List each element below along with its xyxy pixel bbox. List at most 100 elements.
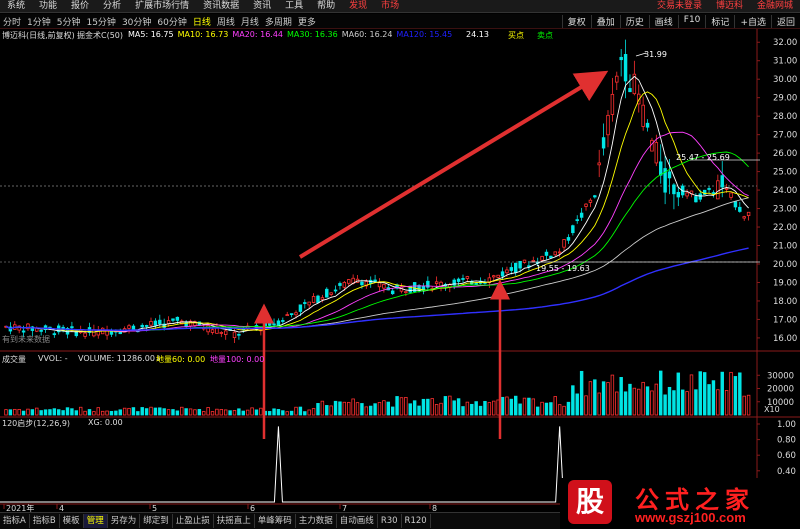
indicator-tab[interactable]: 模板 bbox=[60, 514, 84, 528]
indicator-tabs: 指标A 指标B 模板 管理 另存为 绑定到 止盈止损 扶摇直上 单峰筹码 主力数据 自动画线 R30 R… bbox=[0, 512, 560, 529]
candle-body bbox=[606, 114, 610, 136]
candle-body bbox=[500, 271, 505, 277]
volume-bar bbox=[404, 396, 408, 416]
candle-body bbox=[456, 278, 461, 282]
indicator-tab[interactable]: 指标A bbox=[0, 514, 30, 528]
period-tab[interactable]: 60分钟 bbox=[154, 15, 189, 28]
candle-body bbox=[311, 296, 316, 303]
menu-discover[interactable]: 发现 bbox=[342, 0, 374, 13]
period-tab[interactable]: 更多 bbox=[295, 15, 319, 28]
volume-bar bbox=[197, 409, 202, 416]
indicator-tab[interactable]: 单峰筹码 bbox=[255, 514, 296, 528]
candle-body bbox=[474, 282, 478, 285]
candle-body bbox=[281, 320, 285, 322]
indicator-tab[interactable]: 绑定到 bbox=[140, 514, 173, 528]
volume-bar bbox=[448, 395, 452, 416]
toolbar-button[interactable]: 叠加 bbox=[590, 14, 620, 28]
chart-area[interactable]: 32.00 31.00 30.00 29.00 28.00 27.00 26.00 25.00… bbox=[0, 29, 800, 512]
volume-bar bbox=[87, 409, 92, 416]
menu-item[interactable]: 分析 bbox=[96, 0, 128, 13]
volume-bar bbox=[412, 400, 417, 416]
volume-bar bbox=[144, 408, 149, 416]
volume-bar bbox=[641, 381, 645, 416]
menu-item[interactable]: 工具 bbox=[278, 0, 310, 13]
candle-body bbox=[285, 314, 289, 317]
volume-bar bbox=[136, 411, 140, 416]
candle-body bbox=[685, 192, 689, 197]
candle-body bbox=[557, 251, 562, 254]
toolbar-button[interactable]: 历史 bbox=[619, 14, 649, 28]
volume-bar bbox=[210, 411, 215, 416]
candle-body bbox=[610, 93, 615, 115]
volume-bar bbox=[65, 407, 70, 416]
candle-body bbox=[307, 301, 311, 306]
menu-item[interactable]: 帮助 bbox=[310, 0, 342, 13]
volume-bar bbox=[21, 410, 26, 416]
volume-bar bbox=[430, 398, 434, 416]
candle-body bbox=[70, 326, 74, 329]
period-tab[interactable]: 周线 bbox=[214, 15, 238, 28]
candle-body bbox=[654, 142, 659, 164]
toolbar-button[interactable]: 画线 bbox=[648, 14, 678, 28]
candle-body bbox=[149, 321, 153, 326]
ma-line-20 bbox=[5, 131, 749, 332]
candle-body bbox=[623, 54, 628, 82]
volume-bar bbox=[325, 405, 329, 416]
toolbar-button[interactable]: 返回 bbox=[770, 14, 800, 28]
menu-market[interactable]: 市场 bbox=[374, 0, 406, 13]
extra-value: 24.13 bbox=[466, 30, 489, 39]
period-tab[interactable]: 1分钟 bbox=[24, 15, 54, 28]
login-status[interactable]: 交易未登录 bbox=[650, 0, 709, 13]
volume-bar bbox=[588, 381, 593, 416]
volume-bar bbox=[702, 372, 707, 416]
indicator-tab[interactable]: R30 bbox=[378, 514, 402, 528]
indicator-tab[interactable]: 自动画线 bbox=[337, 514, 378, 528]
period-tab[interactable]: 日线 bbox=[190, 15, 214, 28]
indicator-tab[interactable]: R120 bbox=[402, 514, 431, 528]
period-tab[interactable]: 5分钟 bbox=[54, 15, 84, 28]
volume-bar bbox=[355, 402, 360, 416]
volume-bar bbox=[368, 405, 373, 416]
indicator-tab[interactable]: 指标B bbox=[30, 514, 60, 528]
toolbar-button[interactable]: 标记 bbox=[705, 14, 734, 28]
candle-body bbox=[175, 316, 180, 321]
price-tick-label: 28.00 bbox=[773, 112, 797, 122]
menu-item[interactable]: 资讯 bbox=[246, 0, 278, 13]
indicator-tab[interactable]: 另存为 bbox=[108, 514, 141, 528]
period-tab[interactable]: 15分钟 bbox=[83, 15, 118, 28]
menu-item[interactable]: 功能 bbox=[32, 0, 64, 13]
period-tab[interactable]: 月线 bbox=[238, 15, 262, 28]
candle-body bbox=[21, 330, 26, 333]
candle-body bbox=[131, 325, 136, 330]
volume-bar bbox=[259, 407, 263, 416]
candle-body bbox=[272, 323, 276, 326]
candle-body bbox=[333, 289, 338, 292]
indicator-tab[interactable]: 止盈止损 bbox=[173, 514, 214, 528]
menu-item[interactable]: 报价 bbox=[64, 0, 96, 13]
period-tab[interactable]: 多周期 bbox=[262, 15, 295, 28]
volume-label: VOLUME: 11286.00↓ bbox=[78, 354, 162, 363]
toolbar-button[interactable]: +自选 bbox=[734, 14, 771, 28]
ma-line-60 bbox=[5, 197, 749, 331]
price-tick-label: 18.00 bbox=[773, 297, 797, 307]
menu-item[interactable]: 扩展市场行情 bbox=[128, 0, 196, 13]
volume-bar bbox=[505, 396, 509, 416]
indicator-tab[interactable]: 主力数据 bbox=[296, 514, 337, 528]
period-tab[interactable]: 30分钟 bbox=[119, 15, 154, 28]
toolbar-button[interactable]: F10 bbox=[677, 14, 706, 28]
volume-bar bbox=[35, 407, 39, 416]
volume-bar bbox=[250, 407, 254, 416]
volume-bar bbox=[100, 410, 105, 416]
indicator-tab[interactable]: 管理 bbox=[83, 514, 108, 528]
toolbar-button[interactable]: 复权 bbox=[561, 14, 591, 28]
finance-mall-link[interactable]: 金融网城 bbox=[750, 0, 800, 13]
menu-item[interactable]: 系统 bbox=[0, 0, 32, 13]
candle-body bbox=[553, 251, 557, 256]
menu-item[interactable]: 资讯数据 bbox=[196, 0, 246, 13]
volume-bar bbox=[232, 410, 237, 416]
volume-bar bbox=[206, 407, 210, 416]
indicator-tab[interactable]: 扶摇直上 bbox=[214, 514, 255, 528]
volume-bar bbox=[311, 408, 316, 416]
period-tab[interactable]: 分时 bbox=[0, 15, 24, 28]
candle-body bbox=[52, 333, 57, 336]
